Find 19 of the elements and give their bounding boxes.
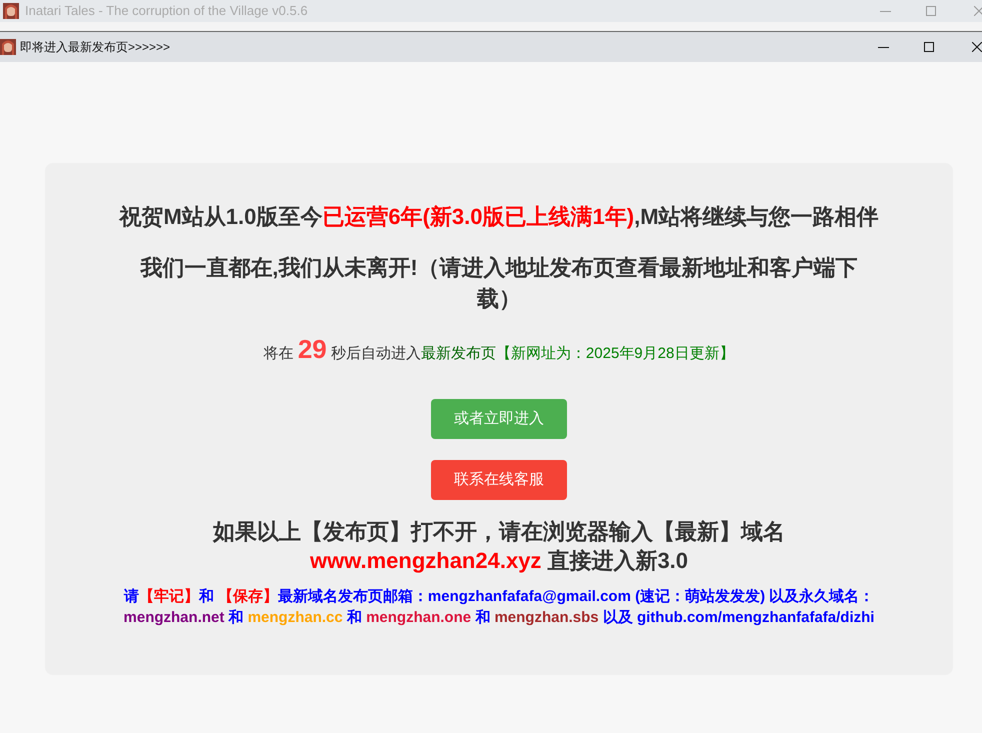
app-icon <box>3 3 19 19</box>
domain-note: 直接进入新3.0 <box>547 547 688 575</box>
close-icon <box>974 6 982 16</box>
app-icon <box>0 39 16 55</box>
minimize-icon <box>878 46 888 48</box>
headline: 祝贺M站从1.0版至今已运营6年(新3.0版已上线满1年),M站将继续与您一路相伴 <box>118 203 880 231</box>
domain-link[interactable]: www.mengzhan24.xyz <box>310 546 542 576</box>
close-icon <box>972 42 982 52</box>
window-title: 即将进入最新发布页>>>>>> <box>20 39 170 56</box>
window-title: Inatari Tales - The corruption of the Village v0.5.6 <box>25 2 308 20</box>
maximize-icon <box>924 42 934 52</box>
enter-button[interactable]: 或者立即进入 <box>431 399 567 439</box>
footer-text: 请【牢记】和 【保存】最新域名发布页邮箱：mengzhanfafafa@gmail.com (速记：萌站发发发) 以及永久域名： mengzhan.net 和 mengzhan.cc 和 mengzhan.one 和 mengzhan.sbs 以及 github.com/mengzhanfafafa/dizhi <box>122 587 876 628</box>
minimize-icon <box>880 10 890 12</box>
countdown-text: 将在 29 秒后自动进入最新发布页【新网址为：2025年9月28日更新】 <box>264 333 734 366</box>
fallback-text: 如果以上【发布页】打不开，请在浏览器输入【最新】域名 <box>213 518 785 546</box>
support-button[interactable]: 联系在线客服 <box>431 460 567 500</box>
subheadline: 我们一直都在,我们从未离开!（请进入地址发布页查看最新地址和客户端下载） <box>139 254 859 313</box>
maximize-icon <box>926 6 936 16</box>
